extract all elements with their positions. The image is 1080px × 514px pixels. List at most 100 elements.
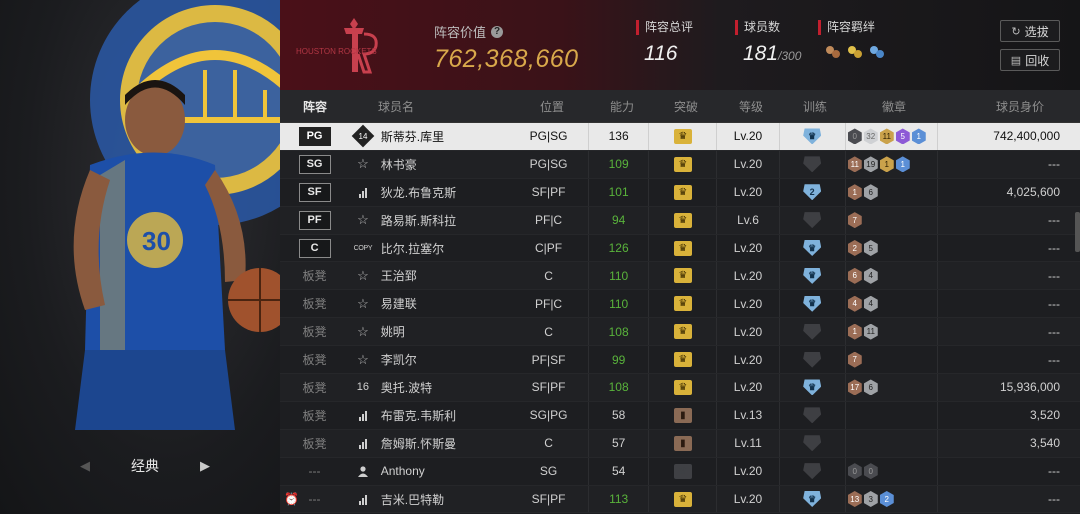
table-row[interactable]: 板凳 16 奥托.波特 SF|PF 108 ♛ Lv.20 ♛ 17 6 15,936,000 xyxy=(280,374,1080,402)
breakthrough-crown-icon[interactable]: ▮ xyxy=(673,407,692,423)
empty-badge-icon[interactable]: 0 xyxy=(863,463,878,480)
breakthrough-crown-icon[interactable]: ♛ xyxy=(673,491,692,507)
training-shield-icon[interactable] xyxy=(803,212,822,229)
player-name[interactable]: 詹姆斯.怀斯曼 xyxy=(377,435,509,452)
lineup-slot[interactable]: 板凳 xyxy=(280,435,349,452)
col-name[interactable]: 球员名 xyxy=(378,98,512,115)
player-name[interactable]: 林书豪 xyxy=(377,156,509,173)
silver-badge-icon[interactable]: 4 xyxy=(863,295,878,312)
breakthrough-crown-icon[interactable]: ♛ xyxy=(673,296,692,312)
lineup-slot[interactable]: C xyxy=(280,238,349,258)
silver-badge-icon[interactable]: 6 xyxy=(863,379,878,396)
training-shield-icon[interactable]: ♛ xyxy=(803,491,822,508)
table-row[interactable]: SF 狄龙.布鲁克斯 SF|PF 101 ♛ Lv.20 2 1 6 4,025,600 xyxy=(280,178,1080,207)
blue-badge-icon[interactable]: 2 xyxy=(879,491,894,508)
bronze-badge-icon[interactable]: 7 xyxy=(847,351,862,368)
breakthrough-crown-icon[interactable]: ♛ xyxy=(673,352,692,368)
training-shield-icon[interactable]: ♛ xyxy=(803,295,822,312)
lineup-slot[interactable]: PF xyxy=(280,210,349,230)
player-name[interactable]: Anthony xyxy=(377,464,509,478)
table-row[interactable]: 板凳 布雷克.韦斯利 SG|PG 58 ▮ Lv.13 3,520 xyxy=(280,401,1080,430)
next-arrow-icon[interactable]: ▶ xyxy=(200,458,210,474)
player-name[interactable]: 狄龙.布鲁克斯 xyxy=(377,184,509,201)
bond-blue-icon[interactable] xyxy=(868,44,885,61)
lineup-slot[interactable]: 板凳 xyxy=(280,379,349,396)
breakthrough-crown-icon[interactable]: ♛ xyxy=(673,128,692,144)
gold-badge-icon[interactable]: 11 xyxy=(879,128,894,145)
bronze-badge-icon[interactable]: 6 xyxy=(847,267,862,284)
recycle-button[interactable]: ▤ 回收 xyxy=(1000,49,1060,71)
bronze-badge-icon[interactable]: 1 xyxy=(847,184,862,201)
training-shield-icon[interactable] xyxy=(803,407,822,424)
lineup-slot[interactable]: ⏰ --- xyxy=(280,492,349,506)
training-shield-icon[interactable] xyxy=(803,351,822,368)
purple-badge-icon[interactable]: 5 xyxy=(895,128,910,145)
empty-badge-icon[interactable]: 0 xyxy=(847,128,862,145)
table-row[interactable]: 板凳 ☆ 王治郅 C 110 ♛ Lv.20 ♛ 6 4 --- xyxy=(280,262,1080,291)
table-row[interactable]: 板凳 詹姆斯.怀斯曼 C 57 ▮ Lv.11 3,540 xyxy=(280,429,1080,458)
player-name[interactable]: 路易斯.斯科拉 xyxy=(377,212,509,229)
training-shield-icon[interactable] xyxy=(803,156,822,173)
scrollbar[interactable] xyxy=(1075,212,1080,252)
silver-badge-icon[interactable]: 3 xyxy=(863,491,878,508)
breakthrough-crown-icon[interactable]: ♛ xyxy=(673,268,692,284)
player-name[interactable]: 李凯尔 xyxy=(377,351,509,368)
lineup-slot[interactable]: 板凳 xyxy=(280,351,349,368)
table-row[interactable]: --- Anthony SG 54 ♛ Lv.20 0 0 --- xyxy=(280,457,1080,486)
training-shield-icon[interactable]: 2 xyxy=(803,184,822,201)
col-training[interactable]: 训练 xyxy=(782,98,848,115)
player-name[interactable]: 吉米.巴特勒 xyxy=(377,491,509,508)
breakthrough-crown-icon[interactable]: ♛ xyxy=(673,240,692,256)
col-badges[interactable]: 徽章 xyxy=(848,98,940,115)
training-shield-icon[interactable]: ♛ xyxy=(803,267,822,284)
bronze-badge-icon[interactable]: 1 xyxy=(847,323,862,340)
lineup-slot[interactable]: SF xyxy=(280,182,349,202)
lineup-slot[interactable]: SG xyxy=(280,154,349,174)
col-breakthrough[interactable]: 突破 xyxy=(652,98,720,115)
player-name[interactable]: 奥托.波特 xyxy=(377,379,509,396)
table-row[interactable]: 板凳 ☆ 姚明 C 108 ♛ Lv.20 1 11 --- xyxy=(280,318,1080,347)
lineup-slot[interactable]: 板凳 xyxy=(280,323,349,340)
lineup-slot[interactable]: --- xyxy=(280,464,349,478)
table-row[interactable]: ⏰ --- 吉米.巴特勒 SF|PF 113 ♛ Lv.20 ♛ 13 3 2 --- xyxy=(280,485,1080,514)
breakthrough-crown-icon[interactable]: ▮ xyxy=(673,435,692,451)
training-shield-icon[interactable]: ♛ xyxy=(803,128,822,145)
table-row[interactable]: C COPY 比尔.拉塞尔 C|PF 126 ♛ Lv.20 ♛ 2 5 --- xyxy=(280,234,1080,263)
help-icon[interactable]: ? xyxy=(491,25,504,38)
breakthrough-crown-icon[interactable]: ♛ xyxy=(673,156,692,172)
silver-badge-icon[interactable]: 4 xyxy=(863,267,878,284)
blue-badge-icon[interactable]: 1 xyxy=(895,156,910,173)
table-row[interactable]: PG 14 斯蒂芬.库里 PG|SG 136 ♛ Lv.20 ♛ 0 32 11 5 1 742,400,… xyxy=(280,123,1080,151)
bond-bronze-icon[interactable] xyxy=(824,44,841,61)
training-shield-icon[interactable] xyxy=(803,323,822,340)
bronze-badge-icon[interactable]: 4 xyxy=(847,295,862,312)
bond-gold-icon[interactable] xyxy=(846,44,863,61)
training-shield-icon[interactable]: ♛ xyxy=(803,240,822,256)
col-level[interactable]: 等级 xyxy=(720,98,782,115)
breakthrough-crown-icon[interactable]: ♛ xyxy=(673,324,692,340)
bronze-badge-icon[interactable]: 7 xyxy=(847,212,862,229)
empty-badge-icon[interactable]: 0 xyxy=(847,463,862,480)
col-lineup[interactable]: 阵容 xyxy=(280,98,350,115)
prev-arrow-icon[interactable]: ◀ xyxy=(80,458,90,474)
select-button[interactable]: ↻ 选拔 xyxy=(1000,20,1060,42)
silver-badge-icon[interactable]: 11 xyxy=(863,323,878,340)
lineup-slot[interactable]: 板凳 xyxy=(280,267,349,284)
lineup-slot[interactable]: 板凳 xyxy=(280,407,349,424)
player-name[interactable]: 易建联 xyxy=(377,295,509,312)
lineup-slot[interactable]: 板凳 xyxy=(280,295,349,312)
col-worth[interactable]: 球员身价 xyxy=(940,98,1064,115)
table-row[interactable]: 板凳 ☆ 李凯尔 PF|SF 99 ♛ Lv.20 7 --- xyxy=(280,346,1080,375)
table-row[interactable]: PF ☆ 路易斯.斯科拉 PF|C 94 ♛ Lv.6 7 --- xyxy=(280,206,1080,235)
breakthrough-crown-icon[interactable]: ♛ xyxy=(673,212,692,228)
silver-badge-icon[interactable]: 5 xyxy=(863,240,878,256)
breakthrough-crown-icon[interactable]: ♛ xyxy=(673,379,692,395)
player-name[interactable]: 布雷克.韦斯利 xyxy=(377,407,509,424)
training-shield-icon[interactable]: ♛ xyxy=(803,379,822,396)
lineup-slot[interactable]: PG xyxy=(280,126,349,146)
gold-badge-icon[interactable]: 1 xyxy=(879,156,894,173)
table-row[interactable]: 板凳 ☆ 易建联 PF|C 110 ♛ Lv.20 ♛ 4 4 --- xyxy=(280,290,1080,319)
silver-badge-icon[interactable]: 6 xyxy=(863,184,878,201)
breakthrough-crown-icon[interactable]: ♛ xyxy=(673,463,692,479)
training-shield-icon[interactable] xyxy=(803,435,822,452)
